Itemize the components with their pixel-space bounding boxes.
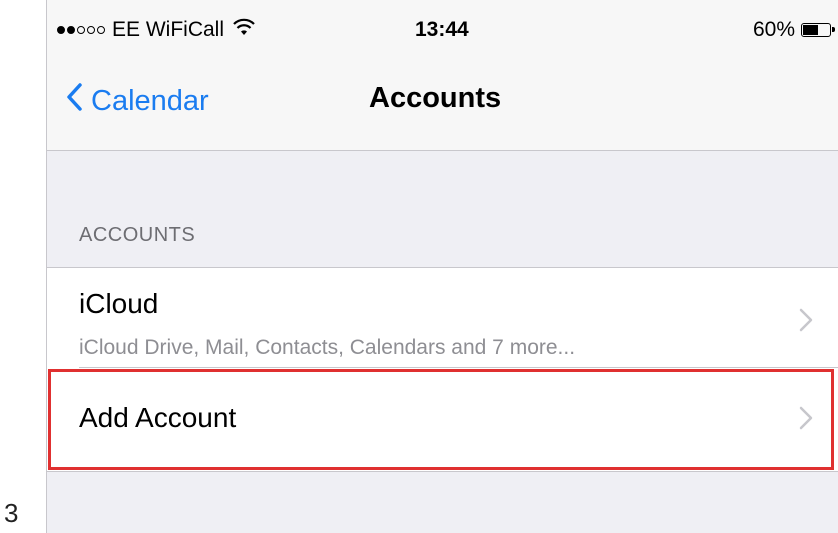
battery-percent: 60%: [752, 18, 795, 41]
status-right: 60%: [752, 18, 835, 42]
battery-fill: [803, 25, 818, 35]
back-button-label: Calendar: [91, 84, 209, 117]
icloud-account-cell[interactable]: iCloud iCloud Drive, Mail, Contacts, Cal…: [47, 268, 838, 368]
wifi-icon: [232, 18, 256, 42]
page-title: Accounts: [369, 82, 502, 114]
navigation-bar: EE WiFiCall 13:44 60% Calendar Accounts: [47, 0, 838, 151]
add-account-title: Add Account: [79, 402, 237, 433]
back-button[interactable]: Calendar: [65, 82, 209, 120]
add-account-cell[interactable]: Add Account: [47, 368, 838, 471]
carrier-name: EE WiFiCall: [112, 18, 225, 41]
battery-icon: [801, 23, 835, 37]
chevron-right-icon: [799, 308, 813, 337]
phone-screen: EE WiFiCall 13:44 60% Calendar Accounts …: [46, 0, 838, 533]
status-bar: EE WiFiCall 13:44 60%: [47, 18, 838, 52]
chevron-left-icon: [65, 82, 83, 120]
chevron-right-icon: [799, 406, 813, 435]
section-header: ACCOUNTS: [79, 224, 196, 246]
signal-strength-icon: [57, 26, 105, 34]
status-time: 13:44: [415, 18, 469, 41]
icloud-subtitle: iCloud Drive, Mail, Contacts, Calendars …: [79, 336, 576, 359]
accounts-list: iCloud iCloud Drive, Mail, Contacts, Cal…: [47, 267, 838, 472]
status-left: EE WiFiCall: [57, 18, 256, 42]
step-number: 3: [4, 500, 19, 528]
icloud-title: iCloud: [79, 288, 159, 319]
